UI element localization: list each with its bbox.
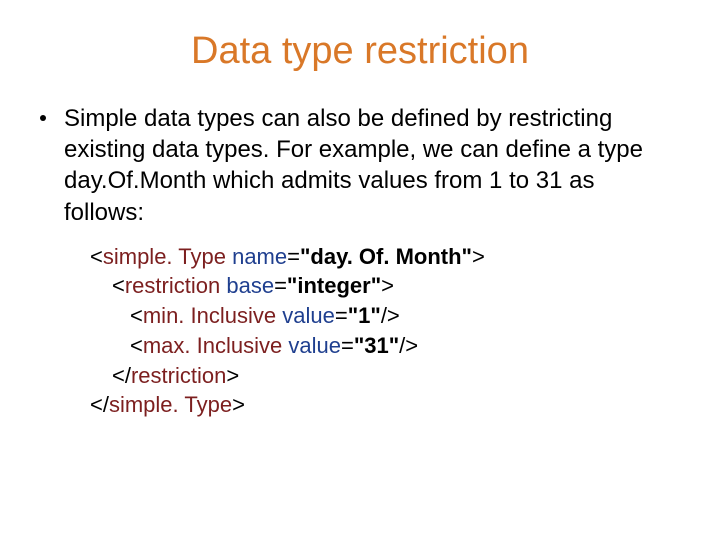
equals: = (274, 273, 287, 298)
xml-value: "day. Of. Month" (300, 244, 472, 269)
xml-value: "31" (354, 333, 399, 358)
code-line-2: <restriction base="integer"> (90, 271, 680, 301)
bullet-item: Simple data types can also be defined by… (40, 103, 680, 228)
xml-attr: value (282, 303, 335, 328)
xml-attr: name (232, 244, 287, 269)
xml-tag: min. Inclusive (143, 303, 282, 328)
xml-value: "integer" (287, 273, 381, 298)
angle-close: > (226, 363, 239, 388)
code-line-6: </simple. Type> (90, 390, 680, 420)
code-block: <simple. Type name="day. Of. Month"> <re… (90, 242, 680, 420)
code-line-4: <max. Inclusive value="31"/> (90, 331, 680, 361)
bullet-text: Simple data types can also be defined by… (64, 103, 680, 228)
angle-close: > (472, 244, 485, 269)
equals: = (335, 303, 348, 328)
angle-open: </ (112, 363, 131, 388)
xml-value: "1" (348, 303, 381, 328)
angle-open: </ (90, 392, 109, 417)
code-line-1: <simple. Type name="day. Of. Month"> (90, 242, 680, 272)
xml-tag: restriction (125, 273, 226, 298)
equals: = (287, 244, 300, 269)
bullet-dot-icon (40, 115, 46, 121)
angle-close: > (381, 273, 394, 298)
bullet-text-part1: Simple data types can also be defined by… (64, 105, 643, 163)
slide-title: Data type restriction (40, 30, 680, 73)
xml-tag: restriction (131, 363, 226, 388)
slide: Data type restriction Simple data types … (0, 0, 720, 540)
xml-tag: max. Inclusive (143, 333, 289, 358)
xml-tag: simple. Type (109, 392, 232, 417)
angle-close: /> (399, 333, 418, 358)
code-line-5: </restriction> (90, 361, 680, 391)
angle-close: > (232, 392, 245, 417)
xml-attr: base (226, 273, 274, 298)
angle-open: < (90, 244, 103, 269)
equals: = (341, 333, 354, 358)
code-line-3: <min. Inclusive value="1"/> (90, 301, 680, 331)
angle-open: < (130, 303, 143, 328)
bullet-type-name: day.Of.Month (64, 167, 206, 194)
angle-close: /> (381, 303, 400, 328)
angle-open: < (112, 273, 125, 298)
xml-attr: value (288, 333, 341, 358)
xml-tag: simple. Type (103, 244, 232, 269)
angle-open: < (130, 333, 143, 358)
